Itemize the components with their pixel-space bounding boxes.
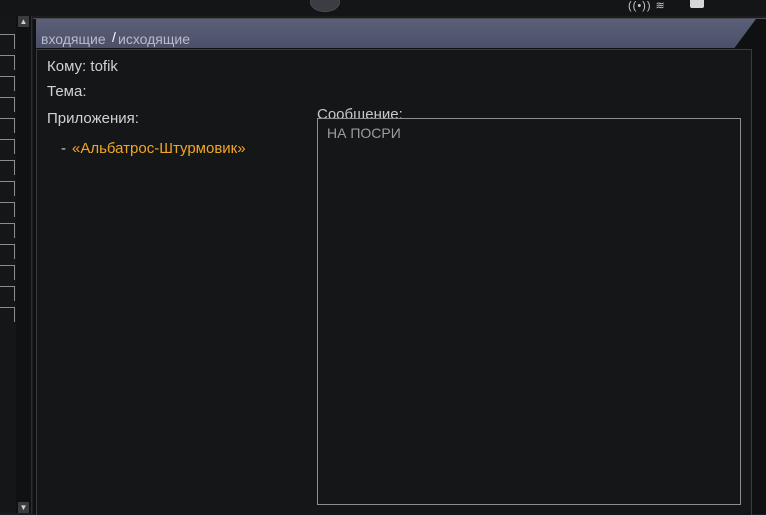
mail-window: входящие / исходящие Кому: tofik Тема: П… bbox=[33, 18, 766, 515]
attachment-bullet: - bbox=[61, 140, 66, 157]
message-view: Кому: tofik Тема: Приложения: - «Альбатр… bbox=[36, 49, 752, 515]
tab-inbox[interactable]: входящие bbox=[41, 31, 106, 47]
scroll-up-arrow-icon[interactable]: ▲ bbox=[18, 16, 29, 27]
rail-slot[interactable] bbox=[0, 202, 15, 217]
to-field: Кому: tofik bbox=[47, 58, 118, 75]
top-status-bar: ((•)) ≋ bbox=[0, 0, 766, 16]
scrollbar[interactable]: ▲ ▼ bbox=[16, 16, 32, 513]
attachment-item[interactable]: «Альбатрос-Штурмовик» bbox=[72, 140, 246, 157]
tab-bar: входящие / исходящие bbox=[36, 19, 756, 48]
battery-icon bbox=[690, 0, 704, 8]
circle-knob-icon bbox=[310, 0, 340, 12]
rail-slot[interactable] bbox=[0, 118, 15, 133]
tab-separator: / bbox=[112, 29, 116, 45]
attachments-label: Приложения: bbox=[47, 110, 139, 127]
rail-slot[interactable] bbox=[0, 160, 15, 175]
rail-slot[interactable] bbox=[0, 286, 15, 301]
rail-slot[interactable] bbox=[0, 244, 15, 259]
left-rail bbox=[0, 16, 17, 513]
message-body-box[interactable]: НА ПОСРИ bbox=[317, 118, 741, 505]
rail-slot[interactable] bbox=[0, 55, 15, 70]
wifi-icon: ((•)) ≋ bbox=[628, 0, 666, 12]
rail-slot[interactable] bbox=[0, 97, 15, 112]
rail-slot[interactable] bbox=[0, 34, 15, 49]
rail-slot[interactable] bbox=[0, 307, 15, 322]
subject-field: Тема: bbox=[47, 83, 87, 100]
scroll-down-arrow-icon[interactable]: ▼ bbox=[18, 502, 29, 513]
rail-slot[interactable] bbox=[0, 76, 15, 91]
rail-slot[interactable] bbox=[0, 265, 15, 280]
rail-slot[interactable] bbox=[0, 181, 15, 196]
tab-outbox[interactable]: исходящие bbox=[118, 31, 190, 47]
message-body-text: НА ПОСРИ bbox=[327, 125, 401, 141]
rail-slot[interactable] bbox=[0, 223, 15, 238]
rail-slot[interactable] bbox=[0, 139, 15, 154]
